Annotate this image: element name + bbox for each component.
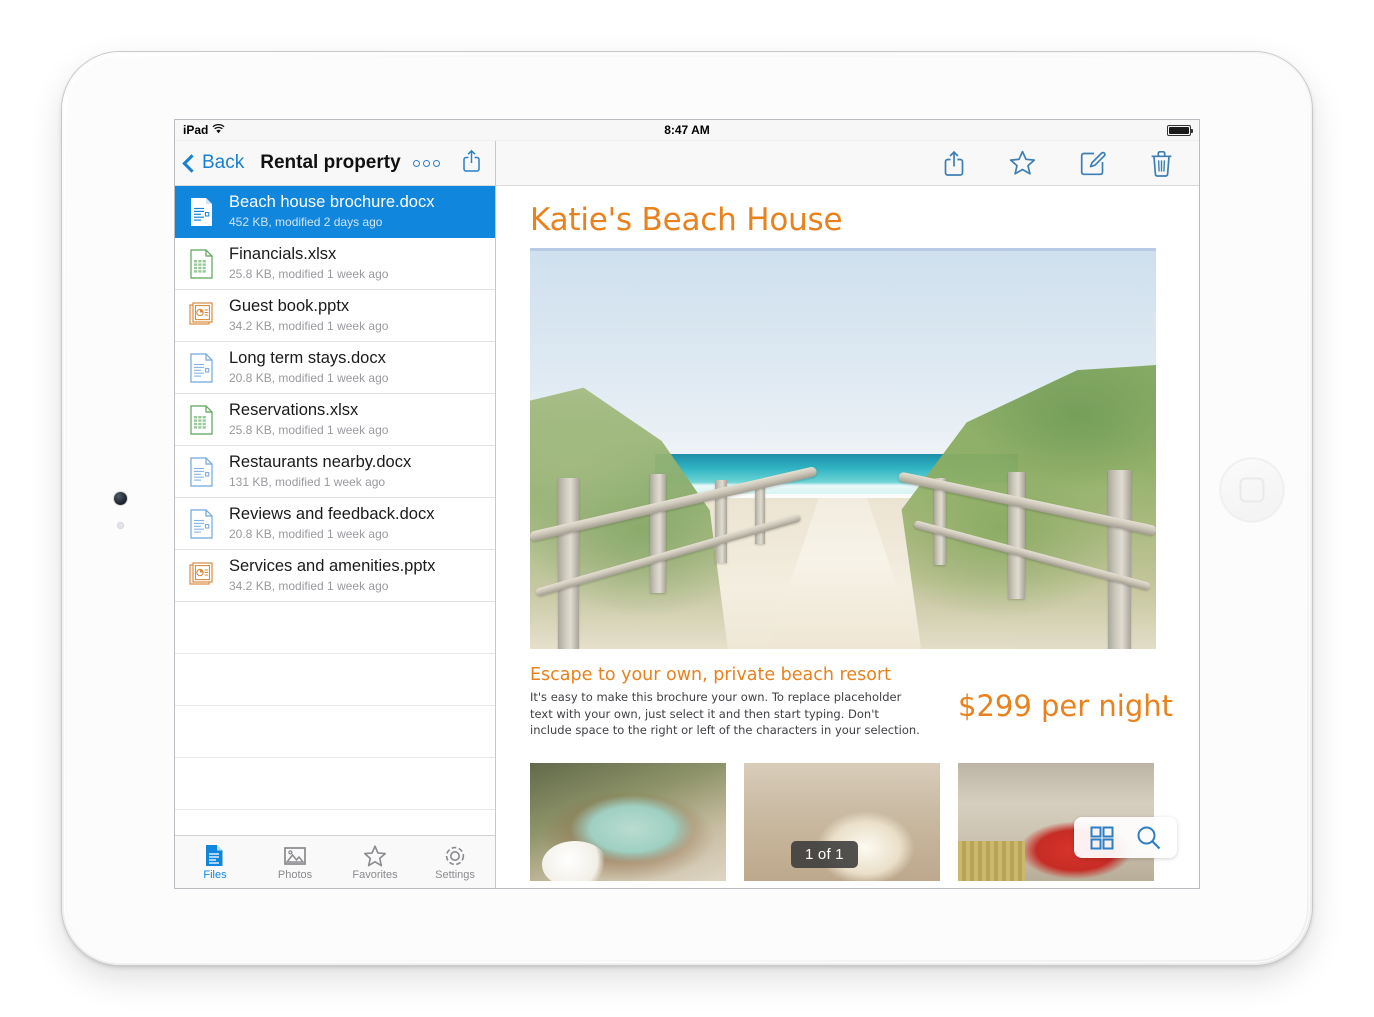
file-name: Restaurants nearby.docx bbox=[229, 453, 412, 471]
ambient-sensor bbox=[117, 522, 124, 529]
floating-view-controls bbox=[1074, 817, 1177, 858]
file-row[interactable]: Services and amenities.pptx 34.2 KB, modi… bbox=[175, 550, 495, 602]
tab-label: Files bbox=[203, 868, 227, 881]
price-text: $299 per night bbox=[958, 689, 1174, 723]
docx-file-icon bbox=[189, 456, 215, 487]
home-button[interactable] bbox=[1220, 458, 1284, 522]
file-row[interactable]: Beach house brochure.docx 452 KB, modifie… bbox=[175, 186, 495, 238]
empty-list-row bbox=[175, 706, 495, 758]
chevron-left-icon bbox=[182, 153, 201, 173]
photo-icon bbox=[283, 844, 307, 868]
file-meta: 25.8 KB, modified 1 week ago bbox=[229, 266, 389, 281]
file-row[interactable]: Restaurants nearby.docx 131 KB, modified … bbox=[175, 446, 495, 498]
document-canvas[interactable]: Katie's Beach House Escape to your own, … bbox=[496, 186, 1199, 888]
file-row-text: Restaurants nearby.docx 131 KB, modified … bbox=[229, 453, 411, 490]
edit-button[interactable] bbox=[1080, 150, 1106, 176]
document-pane: Katie's Beach House Escape to your own, … bbox=[496, 141, 1199, 888]
xlsx-file-icon bbox=[189, 404, 215, 435]
folder-title: Rental property bbox=[260, 152, 401, 173]
more-dots-icon[interactable] bbox=[413, 159, 440, 167]
caption-row: Escape to your own, private beach resort… bbox=[530, 665, 1173, 739]
file-name: Reservations.xlsx bbox=[229, 401, 359, 419]
file-name: Financials.xlsx bbox=[229, 245, 337, 263]
file-row[interactable]: Long term stays.docx 20.8 KB, modified 1 … bbox=[175, 342, 495, 394]
file-list[interactable]: Beach house brochure.docx 452 KB, modifie… bbox=[175, 186, 495, 835]
file-meta: 25.8 KB, modified 1 week ago bbox=[229, 422, 389, 437]
file-browser-sidebar: Back Rental property Beach house brochur… bbox=[175, 141, 496, 888]
empty-list-row bbox=[175, 758, 495, 810]
file-name: Beach house brochure.docx bbox=[229, 193, 435, 211]
document-subhead: Escape to your own, private beach resort bbox=[530, 665, 892, 685]
grid-view-icon[interactable] bbox=[1090, 826, 1114, 850]
file-row[interactable]: Financials.xlsx 25.8 KB, modified 1 week … bbox=[175, 238, 495, 290]
file-name: Services and amenities.pptx bbox=[229, 557, 436, 575]
file-row-text: Guest book.pptx 34.2 KB, modified 1 week … bbox=[229, 297, 388, 334]
file-row-text: Services and amenities.pptx 34.2 KB, modi… bbox=[229, 557, 435, 594]
docx-file-icon bbox=[189, 197, 215, 227]
tab-label: Settings bbox=[435, 868, 475, 881]
file-meta: 34.2 KB, modified 1 week ago bbox=[229, 318, 389, 333]
empty-list-row bbox=[175, 602, 495, 654]
file-meta: 20.8 KB, modified 1 week ago bbox=[229, 370, 389, 385]
docx-file-icon bbox=[189, 352, 215, 383]
file-row[interactable]: Guest book.pptx 34.2 KB, modified 1 week … bbox=[175, 290, 495, 342]
page-indicator: 1 of 1 bbox=[791, 841, 858, 868]
document-toolbar bbox=[496, 141, 1199, 186]
document-body-text: It's easy to make this brochure your own… bbox=[530, 690, 920, 738]
tab-favorites[interactable]: Favorites bbox=[335, 836, 415, 888]
file-name: Guest book.pptx bbox=[229, 297, 350, 315]
thumbnail-bath-salts bbox=[530, 763, 726, 882]
back-button-label: Back bbox=[202, 152, 245, 173]
file-meta: 131 KB, modified 1 week ago bbox=[229, 474, 386, 489]
status-bar-time: 8:47 AM bbox=[664, 123, 710, 137]
file-row[interactable]: Reviews and feedback.docx 20.8 KB, modifi… bbox=[175, 498, 495, 550]
tab-photos[interactable]: Photos bbox=[255, 836, 335, 888]
battery-indicator bbox=[1167, 124, 1193, 136]
hero-beach-photo bbox=[530, 248, 1156, 649]
tab-bar: Files Photos Favorites Settings bbox=[175, 835, 495, 888]
pptx-file-icon bbox=[189, 561, 215, 591]
file-row-text: Long term stays.docx 20.8 KB, modified 1 … bbox=[229, 349, 388, 386]
home-button-glyph bbox=[1239, 477, 1265, 503]
file-row-text: Beach house brochure.docx 452 KB, modifie… bbox=[229, 193, 434, 230]
file-row-text: Reviews and feedback.docx 20.8 KB, modifi… bbox=[229, 505, 434, 542]
file-row-text: Financials.xlsx 25.8 KB, modified 1 week … bbox=[229, 245, 388, 282]
docx-file-icon bbox=[189, 508, 215, 539]
share-button[interactable] bbox=[943, 149, 965, 177]
document-title: Katie's Beach House bbox=[530, 202, 843, 238]
file-meta: 20.8 KB, modified 1 week ago bbox=[229, 526, 389, 541]
file-meta: 452 KB, modified 2 days ago bbox=[229, 214, 383, 229]
tab-label: Favorites bbox=[352, 868, 398, 881]
search-icon[interactable] bbox=[1136, 825, 1161, 850]
battery-full-icon bbox=[1167, 124, 1193, 136]
star-icon bbox=[363, 844, 387, 868]
document-icon bbox=[203, 844, 227, 868]
tab-settings[interactable]: Settings bbox=[415, 836, 495, 888]
file-name: Reviews and feedback.docx bbox=[229, 505, 435, 523]
tab-files[interactable]: Files bbox=[175, 836, 255, 888]
back-button[interactable]: Back bbox=[182, 152, 245, 174]
delete-button[interactable] bbox=[1150, 150, 1173, 177]
favorite-button[interactable] bbox=[1009, 150, 1036, 176]
ipad-device-frame: iPad 8:47 AM Back Rental property Beach … bbox=[62, 52, 1312, 965]
file-row-text: Reservations.xlsx 25.8 KB, modified 1 wee… bbox=[229, 401, 388, 438]
pptx-file-icon bbox=[189, 301, 215, 331]
status-bar: iPad 8:47 AM bbox=[175, 120, 1199, 141]
gear-icon bbox=[443, 844, 467, 868]
tab-label: Photos bbox=[277, 868, 313, 881]
ipad-screen: iPad 8:47 AM Back Rental property Beach … bbox=[175, 120, 1199, 888]
xlsx-file-icon bbox=[189, 248, 215, 279]
front-camera bbox=[114, 492, 127, 505]
empty-list-row bbox=[175, 654, 495, 706]
file-row[interactable]: Reservations.xlsx 25.8 KB, modified 1 wee… bbox=[175, 394, 495, 446]
share-icon[interactable] bbox=[462, 148, 481, 178]
sidebar-header: Back Rental property bbox=[175, 141, 495, 186]
file-name: Long term stays.docx bbox=[229, 349, 386, 367]
file-meta: 34.2 KB, modified 1 week ago bbox=[229, 578, 389, 593]
